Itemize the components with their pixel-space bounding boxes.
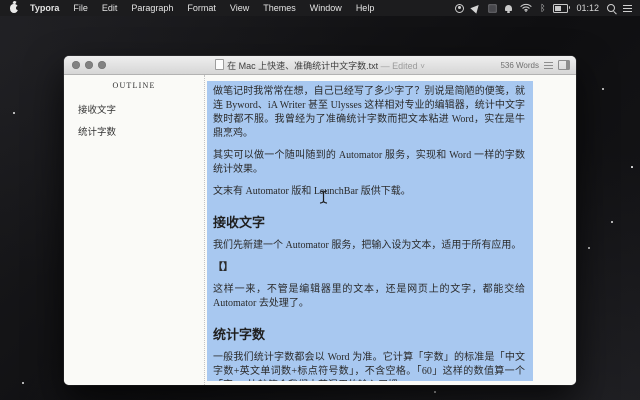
menu-item-window[interactable]: Window <box>303 3 349 13</box>
typora-window: 在 Mac 上快速、准确统计中文字数.txt — Edited ˅ 536 Wo… <box>64 56 576 385</box>
wifi-icon[interactable] <box>520 3 532 14</box>
menubar-status-area: ᛒ 01:12 <box>455 2 632 14</box>
selected-text-block[interactable]: 做笔记时我常常在想，自己已经写了多少字了？别说是简陋的便笺，就连 Byword、… <box>207 81 533 381</box>
zoom-button[interactable] <box>98 61 106 69</box>
editor-content[interactable]: 做笔记时我常常在想，自己已经写了多少字了？别说是简陋的便笺，就连 Byword、… <box>205 75 576 385</box>
titlebar-tools: 536 Words <box>500 56 570 74</box>
star <box>611 221 613 223</box>
document-icon <box>215 58 225 70</box>
menu-item-typora[interactable]: Typora <box>23 3 66 13</box>
battery-icon[interactable] <box>553 3 571 13</box>
menu-item-view[interactable]: View <box>223 3 256 13</box>
star <box>631 166 633 168</box>
star <box>434 391 436 393</box>
doc-paragraph[interactable]: 我们先新建一个 Automator 服务，把输入设为文本，适用于所有应用。 <box>213 239 525 253</box>
star <box>22 382 24 384</box>
window-body: OUTLINE 接收文字 统计字数 做笔记时我常常在想，自己已经写了多少字了？别说… <box>64 75 576 385</box>
window-title-area: 在 Mac 上快速、准确统计中文字数.txt — Edited ˅ <box>64 58 576 72</box>
outline-list: 接收文字 统计字数 <box>64 98 204 142</box>
menu-item-file[interactable]: File <box>66 3 95 13</box>
doc-paragraph[interactable]: 做笔记时我常常在想，自己已经写了多少字了？别说是简陋的便笺，就连 Byword、… <box>213 85 525 141</box>
menu-item-edit[interactable]: Edit <box>95 3 125 13</box>
doc-heading[interactable]: 统计字数 <box>213 327 525 343</box>
menu-bar: Typora File Edit Paragraph Format View Themes W… <box>0 0 640 16</box>
outline-toggle-icon[interactable] <box>544 62 553 69</box>
edited-label: — Edited <box>380 60 418 71</box>
sidebar-toggle-icon[interactable] <box>558 60 570 70</box>
notifications-icon[interactable] <box>505 5 513 13</box>
chevron-down-icon[interactable]: ˅ <box>420 62 425 71</box>
menu-item-themes[interactable]: Themes <box>256 3 303 13</box>
menu-item-help[interactable]: Help <box>349 3 382 13</box>
star <box>13 112 15 114</box>
bluetooth-icon[interactable]: ᛒ <box>540 3 545 13</box>
doc-paragraph[interactable]: 【】 <box>213 261 525 275</box>
outline-header: OUTLINE <box>112 81 156 90</box>
window-title: 在 Mac 上快速、准确统计中文字数.txt <box>227 60 379 71</box>
minimize-button[interactable] <box>85 61 93 69</box>
outline-item-1[interactable]: 统计字数 <box>64 120 204 142</box>
location-icon <box>470 2 482 14</box>
outline-sidebar: OUTLINE 接收文字 统计字数 <box>64 75 205 385</box>
spotlight-icon[interactable] <box>607 4 615 12</box>
app-status-icon[interactable] <box>488 3 498 13</box>
screen-recording-icon[interactable] <box>455 3 465 13</box>
window-titlebar[interactable]: 在 Mac 上快速、准确统计中文字数.txt — Edited ˅ 536 Wo… <box>64 56 576 75</box>
doc-heading[interactable]: 接收文字 <box>213 215 525 231</box>
menu-item-format[interactable]: Format <box>180 3 223 13</box>
menu-items: Typora File Edit Paragraph Format View Themes W… <box>23 3 381 13</box>
doc-paragraph[interactable]: 其实可以做一个随叫随到的 Automator 服务，实现和 Word 一样的字数… <box>213 149 525 177</box>
doc-paragraph[interactable]: 这样一来，不管是编辑器里的文本，还是网页上的文字，都能交给 Automator … <box>213 283 525 311</box>
menu-item-paragraph[interactable]: Paragraph <box>124 3 180 13</box>
star <box>588 247 590 249</box>
traffic-lights <box>72 61 106 69</box>
close-button[interactable] <box>72 61 80 69</box>
outline-item-0[interactable]: 接收文字 <box>64 98 204 120</box>
doc-paragraph[interactable]: 一般我们统计字数都会以 Word 为准。它计算「字数」的标准是「中文字数+英文单… <box>213 351 525 381</box>
star <box>602 88 604 90</box>
doc-paragraph[interactable]: 文末有 Automator 版和 LaunchBar 版供下载。 <box>213 185 525 199</box>
desktop: Typora File Edit Paragraph Format View Themes W… <box>0 0 640 400</box>
ibeam-cursor <box>319 190 328 209</box>
apple-menu-icon[interactable] <box>10 3 20 13</box>
menubar-clock[interactable]: 01:12 <box>576 3 599 13</box>
word-count-badge[interactable]: 536 Words <box>500 61 539 70</box>
notification-center-icon[interactable] <box>623 5 632 12</box>
